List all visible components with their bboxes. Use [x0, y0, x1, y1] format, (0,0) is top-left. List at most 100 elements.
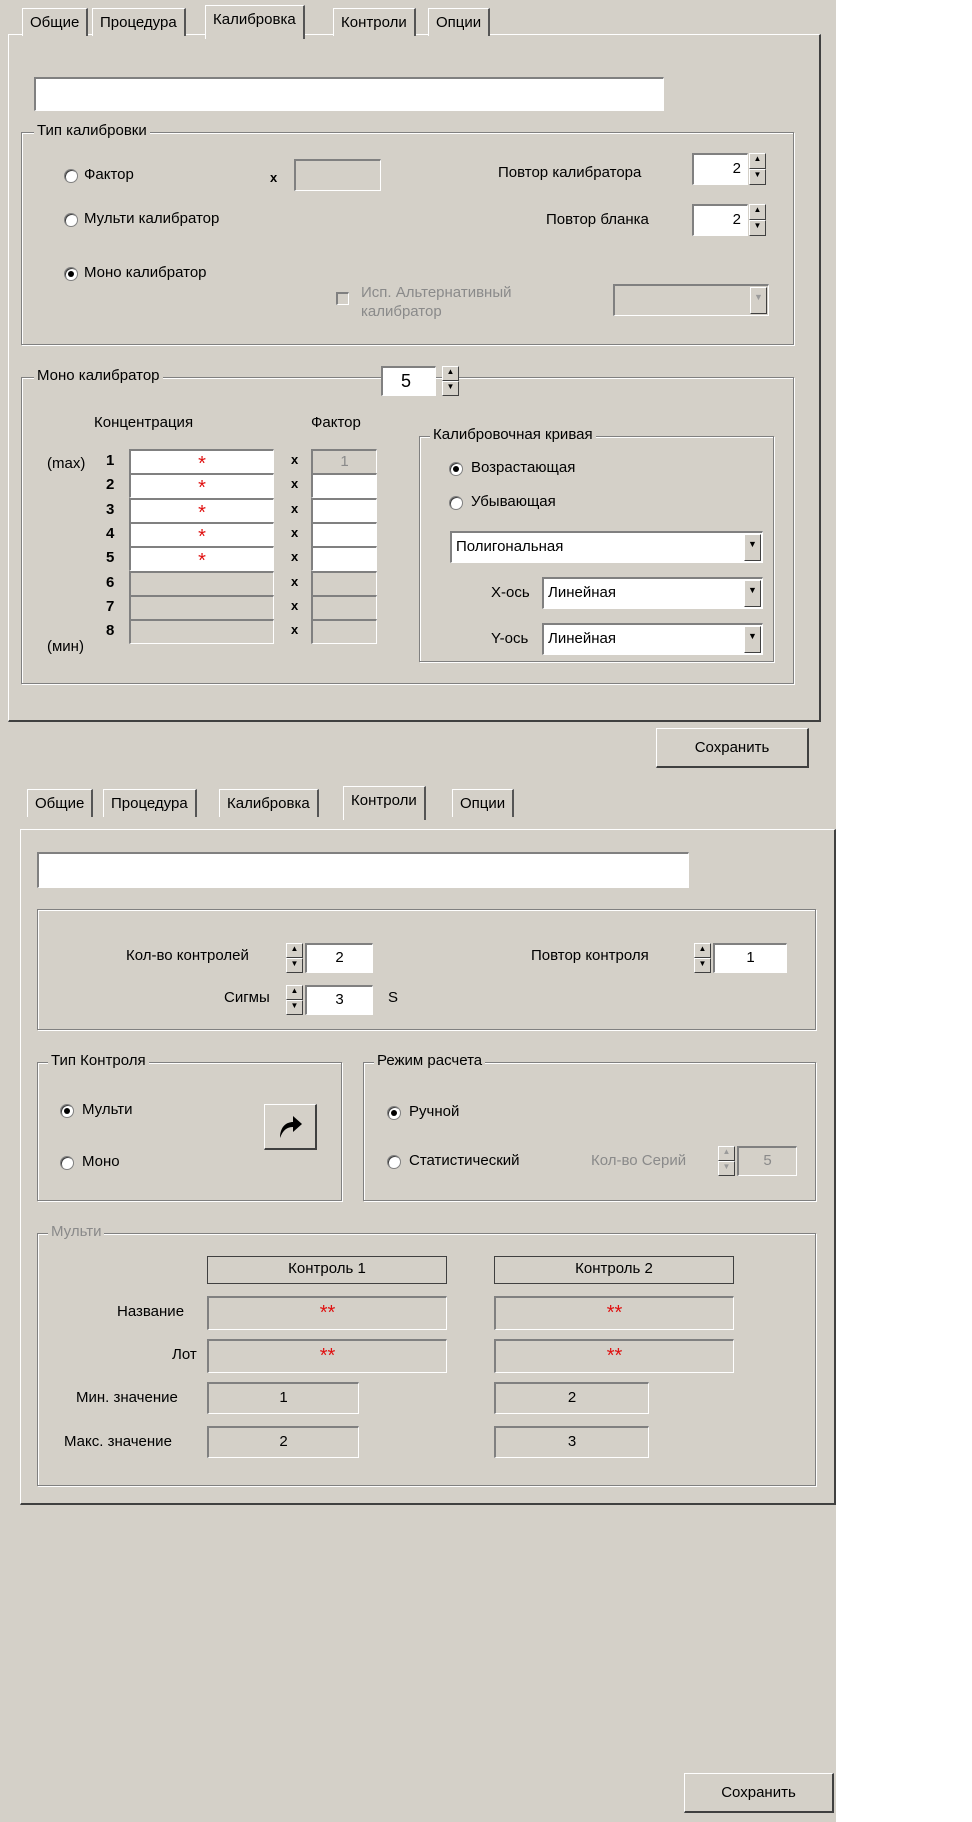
min-value-label: Мин. значение: [76, 1389, 178, 1406]
factor-multiply-mark: x: [291, 452, 299, 467]
sigma-field[interactable]: 3: [305, 985, 373, 1015]
factor-multiply-mark: x: [291, 574, 299, 589]
y-axis-select[interactable]: Линейная ▼: [542, 623, 763, 655]
curve-type-select[interactable]: Полигональная ▼: [450, 531, 763, 563]
spin-down-icon[interactable]: ▼: [749, 169, 766, 185]
calibrator-row-number: 2: [106, 476, 115, 493]
radio-manual-label: Ручной: [409, 1103, 460, 1120]
control-1-max-field: 2: [207, 1426, 359, 1458]
test-name-field[interactable]: [34, 77, 664, 111]
tab-options[interactable]: Опции: [428, 8, 491, 36]
spin-up-icon[interactable]: ▲: [749, 153, 766, 169]
blank-repeat-field[interactable]: 2: [692, 204, 748, 236]
alt-calibrator-checkbox[interactable]: [336, 292, 349, 305]
controls-count-field[interactable]: 2: [305, 943, 373, 973]
radio-manual[interactable]: [387, 1106, 401, 1120]
factor-multiply-mark: x: [291, 622, 299, 637]
calibrator-factor-field[interactable]: [311, 546, 377, 571]
radio-multi-calibrator[interactable]: [64, 213, 78, 227]
min-label: (мин): [47, 638, 84, 655]
alt-calibrator-select: ▼: [613, 284, 769, 316]
calibrator-factor-field[interactable]: [311, 522, 377, 547]
factor-header: Фактор: [311, 414, 361, 431]
radio-increasing-label: Возрастающая: [471, 459, 576, 476]
sigma-label: Сигмы: [224, 989, 270, 1006]
x-axis-select[interactable]: Линейная ▼: [542, 577, 763, 609]
control-1-name-field: **: [207, 1296, 447, 1330]
max-label: (max): [47, 455, 86, 472]
factor-multiply-mark: x: [291, 501, 299, 516]
chevron-down-icon[interactable]: ▼: [744, 626, 761, 653]
spin-down-icon[interactable]: ▼: [694, 958, 711, 973]
tab-general[interactable]: Общие: [27, 789, 94, 817]
redo-arrow-icon: [280, 1116, 302, 1138]
radio-factor[interactable]: [64, 169, 78, 183]
redo-arrow-button[interactable]: [264, 1104, 317, 1150]
tab-procedure[interactable]: Процедура: [92, 8, 186, 36]
chevron-down-icon[interactable]: ▼: [744, 534, 761, 561]
spin-down-icon[interactable]: ▼: [749, 220, 766, 236]
calibrator-row-number: 5: [106, 549, 115, 566]
calibrator-concentration-field[interactable]: *: [129, 449, 274, 474]
calibrator-factor-field: [311, 595, 377, 620]
calibrator-count-spinner[interactable]: ▲ ▼: [442, 366, 459, 396]
controls-count-spinner[interactable]: ▲ ▼: [286, 943, 303, 973]
spin-down-icon[interactable]: ▼: [442, 381, 459, 396]
test-name-field[interactable]: [37, 852, 689, 888]
radio-mono-calibrator[interactable]: [64, 267, 78, 281]
calibrator-row-number: 4: [106, 525, 115, 542]
calibrator-factor-field[interactable]: [311, 498, 377, 523]
calibrator-count-field[interactable]: 5: [381, 366, 436, 396]
spin-down-icon[interactable]: ▼: [286, 1000, 303, 1015]
radio-statistical-label: Статистический: [409, 1152, 520, 1169]
radio-mono[interactable]: [60, 1156, 74, 1170]
blank-repeat-spinner[interactable]: ▲ ▼: [749, 204, 766, 236]
factor-multiply-mark: x: [291, 476, 299, 491]
spin-up-icon[interactable]: ▲: [286, 985, 303, 1000]
control-repeat-label: Повтор контроля: [531, 947, 649, 964]
calibrator-concentration-field[interactable]: *: [129, 546, 274, 571]
spin-up-icon[interactable]: ▲: [694, 943, 711, 958]
calibration-curve-legend: Калибровочная кривая: [430, 426, 596, 443]
y-axis-label: Y-ось: [491, 630, 529, 647]
tab-procedure[interactable]: Процедура: [103, 789, 197, 817]
spin-up-icon[interactable]: ▲: [442, 366, 459, 381]
calibrator-concentration-field[interactable]: *: [129, 522, 274, 547]
radio-multi[interactable]: [60, 1104, 74, 1118]
control-1-lot-field: **: [207, 1339, 447, 1373]
tab-controls[interactable]: Контроли: [333, 8, 416, 36]
tab-calibration[interactable]: Калибровка: [219, 789, 319, 817]
control-repeat-field[interactable]: 1: [713, 943, 787, 973]
radio-decreasing-label: Убывающая: [471, 493, 556, 510]
save-button[interactable]: Сохранить: [684, 1773, 834, 1813]
calibrator-repeat-field[interactable]: 2: [692, 153, 748, 185]
radio-statistical[interactable]: [387, 1155, 401, 1169]
save-button[interactable]: Сохранить: [656, 728, 809, 768]
tab-controls[interactable]: Контроли: [343, 786, 426, 820]
control-repeat-spinner[interactable]: ▲ ▼: [694, 943, 711, 973]
series-count-spinner: ▲ ▼: [718, 1146, 735, 1176]
spin-up-icon[interactable]: ▲: [286, 943, 303, 958]
tab-options[interactable]: Опции: [452, 789, 515, 817]
series-count-label: Кол-во Серий: [591, 1152, 687, 1169]
calibrator-concentration-field[interactable]: *: [129, 498, 274, 523]
calibrator-row-number: 1: [106, 452, 115, 469]
calibrator-factor-field: [311, 571, 377, 596]
spin-down-icon[interactable]: ▼: [286, 958, 303, 973]
calibrator-repeat-spinner[interactable]: ▲ ▼: [749, 153, 766, 185]
spin-up-icon[interactable]: ▲: [749, 204, 766, 220]
tab-general[interactable]: Общие: [22, 8, 89, 36]
chevron-down-icon[interactable]: ▼: [744, 580, 761, 607]
factor-multiply-mark: x: [291, 598, 299, 613]
radio-decreasing[interactable]: [449, 496, 463, 510]
control-type-legend: Тип Контроля: [48, 1052, 149, 1069]
x-axis-label: X-ось: [491, 584, 530, 601]
tab-calibration[interactable]: Калибровка: [205, 5, 305, 39]
calibrator-factor-field[interactable]: [311, 473, 377, 498]
series-count-field: 5: [737, 1146, 797, 1176]
radio-increasing[interactable]: [449, 462, 463, 476]
calibrator-concentration-field[interactable]: *: [129, 473, 274, 498]
sigma-spinner[interactable]: ▲ ▼: [286, 985, 303, 1015]
radio-factor-label: Фактор: [84, 166, 134, 183]
alt-calibrator-label-2: калибратор: [361, 303, 442, 320]
